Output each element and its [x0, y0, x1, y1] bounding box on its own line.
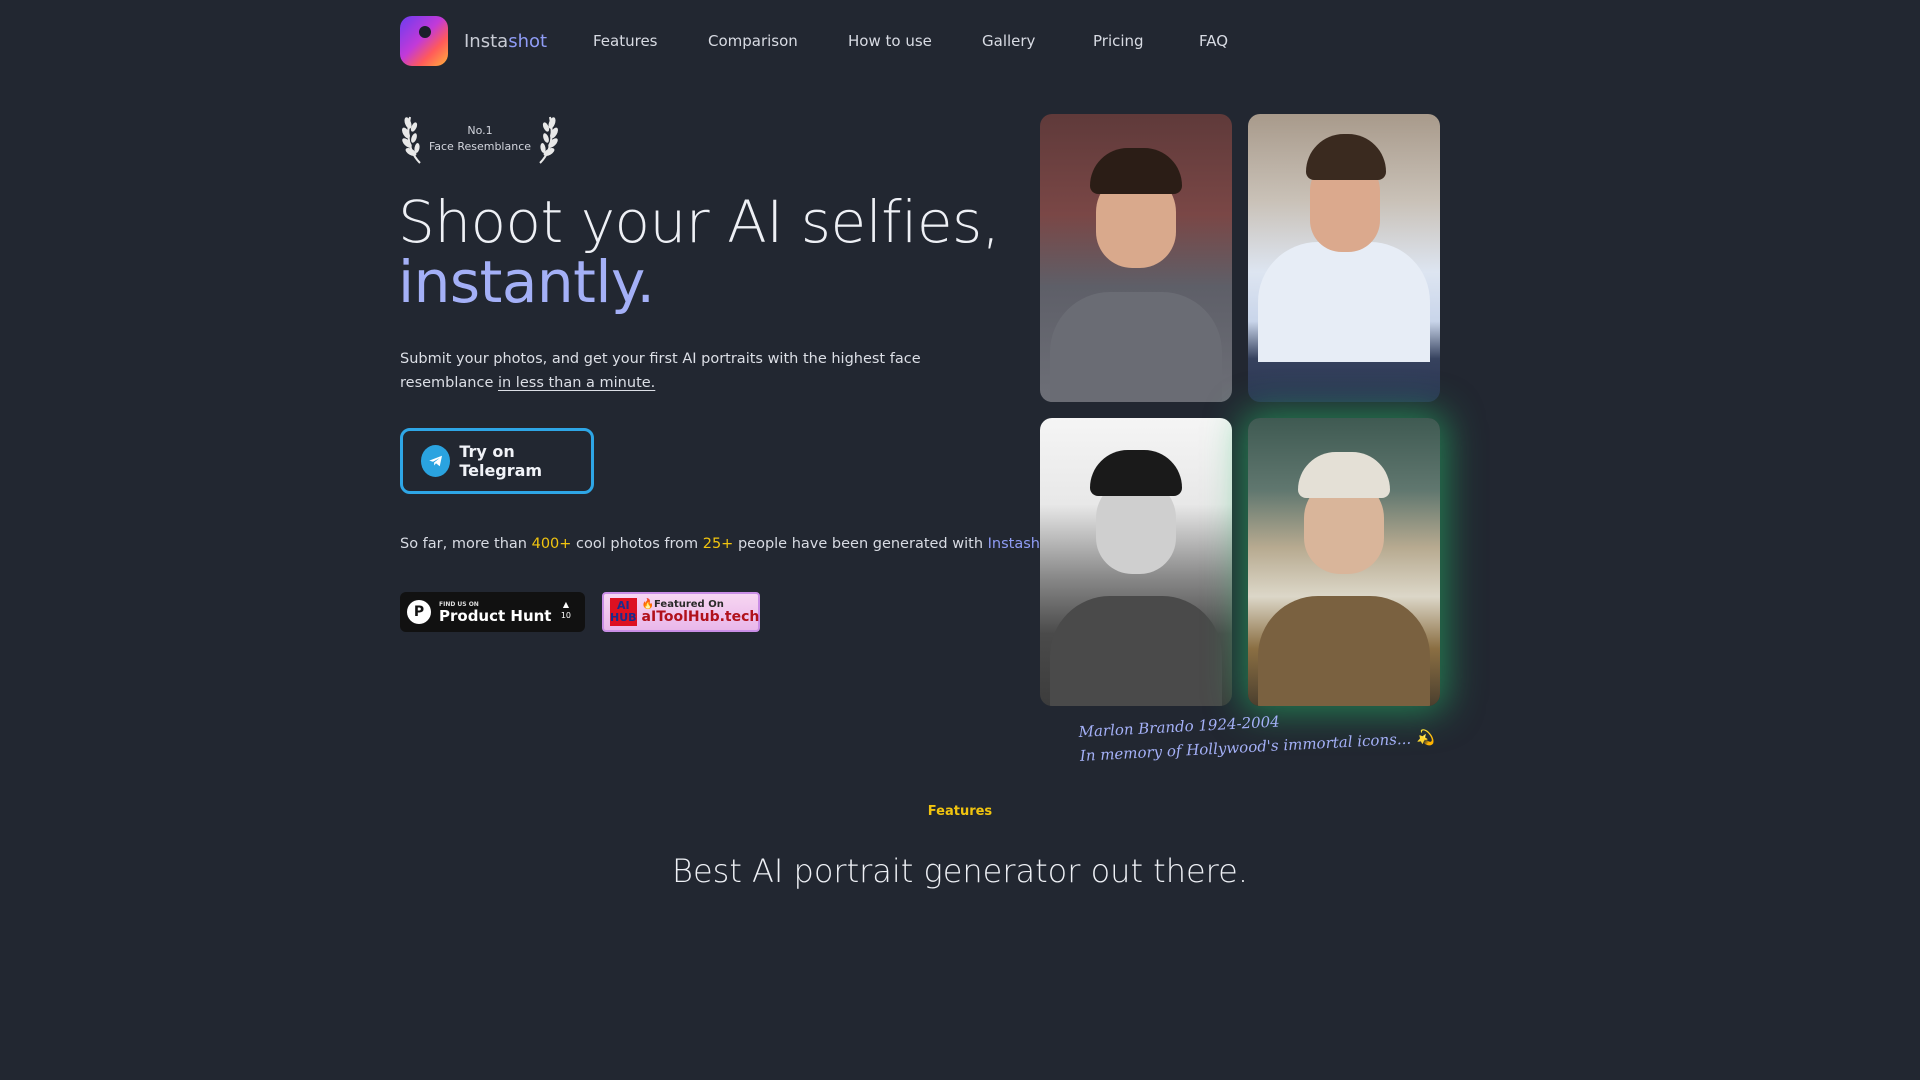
- product-hunt-vote-count: 10: [560, 611, 571, 620]
- try-on-telegram-button[interactable]: Try on Telegram: [400, 428, 594, 494]
- aitoolhub-name: aIToolHub.tech: [641, 609, 760, 625]
- hero-subtitle-text: Submit your photos, and get your first A…: [400, 351, 921, 391]
- telegram-button-label: Try on Telegram: [459, 442, 543, 480]
- product-hunt-badge[interactable]: P FIND US ON Product Hunt ▲ 10: [400, 592, 585, 632]
- brand-suffix: shot: [508, 30, 548, 52]
- brand-name[interactable]: Instashot: [464, 31, 547, 52]
- hero-title-accent: instantly.: [398, 248, 655, 316]
- hero-subtitle: Submit your photos, and get your first A…: [400, 347, 970, 395]
- award-title: Face Resemblance: [428, 140, 532, 153]
- top-nav: Instashot: [400, 16, 547, 66]
- award-text: No.1 Face Resemblance: [426, 123, 534, 155]
- features-section-label: Features: [927, 804, 993, 819]
- product-hunt-icon: P: [407, 600, 431, 624]
- nav-link-comparison[interactable]: Comparison: [708, 32, 798, 50]
- stats-text-1: So far, more than: [400, 536, 532, 552]
- nav-link-features[interactable]: Features: [593, 32, 658, 50]
- aitoolhub-logo-icon: AI HUB: [610, 598, 637, 626]
- aitoolhub-logo-bottom: HUB: [610, 611, 637, 624]
- portrait-photo-4: [1248, 418, 1440, 706]
- nav-link-how-to-use[interactable]: How to use: [848, 32, 932, 50]
- portrait-photo-3: [1040, 418, 1232, 706]
- memorial-caption: Marlon Brando 1924-2004 In memory of Hol…: [1078, 701, 1446, 768]
- stats-text-2: cool photos from: [571, 536, 703, 552]
- hero-subtitle-highlight: in less than a minute.: [497, 375, 656, 391]
- instashot-logo-icon[interactable]: [400, 16, 448, 66]
- laurel-right-icon: [539, 116, 558, 164]
- features-section-title: Best AI portrait generator out there.: [672, 852, 1248, 890]
- usage-stats: So far, more than 400+ cool photos from …: [400, 536, 1055, 552]
- telegram-icon: [421, 445, 451, 477]
- portrait-photo-1: [1040, 114, 1232, 402]
- portrait-photo-2: [1248, 114, 1440, 402]
- upvote-arrow-icon: ▲: [562, 600, 569, 609]
- stats-photos-count: 400+: [531, 536, 572, 552]
- stats-text-3: people have been generated with: [733, 536, 988, 552]
- brand-prefix: Insta: [464, 30, 509, 52]
- award-badge: No.1 Face Resemblance: [400, 113, 560, 167]
- hero-title: Shoot your AI selfies, instantly.: [398, 192, 1000, 312]
- award-rank: No.1: [467, 124, 493, 137]
- nav-link-pricing[interactable]: Pricing: [1093, 32, 1144, 50]
- product-hunt-name: Product Hunt: [439, 606, 552, 625]
- nav-link-faq[interactable]: FAQ: [1199, 32, 1228, 50]
- stats-people-count: 25+: [702, 536, 734, 552]
- laurel-left-icon: [402, 116, 421, 164]
- hero-title-line1: Shoot your AI selfies,: [398, 188, 1000, 256]
- sparkle-icon: 💫: [1415, 728, 1435, 748]
- nav-link-gallery[interactable]: Gallery: [982, 32, 1035, 50]
- product-hunt-votes: ▲ 10: [561, 599, 571, 621]
- aitoolhub-badge[interactable]: AI HUB 🔥Featured On aIToolHub.tech: [602, 592, 760, 632]
